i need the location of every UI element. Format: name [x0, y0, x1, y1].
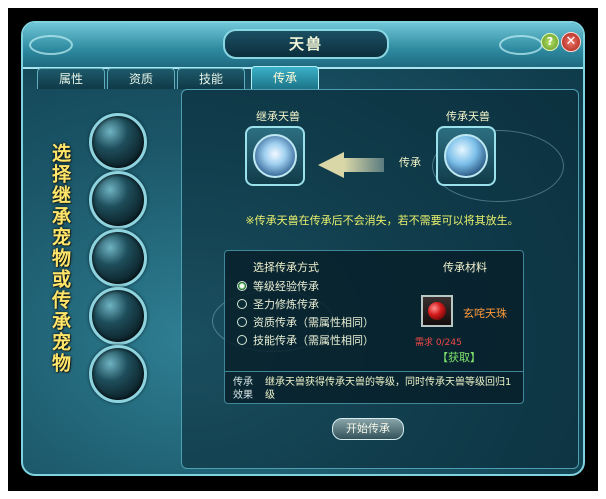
material-name: 玄咤天珠: [463, 307, 507, 320]
radio-selected-icon: [237, 281, 247, 291]
pet-slot-3[interactable]: [89, 229, 147, 287]
method-header: 选择传承方式: [253, 261, 319, 274]
radio-icon: [237, 317, 247, 327]
pet-slot-4[interactable]: [89, 287, 147, 345]
pass-label: 传承天兽: [446, 110, 490, 123]
radio-icon: [237, 299, 247, 309]
swirl-ornament-icon: [499, 35, 543, 55]
arrow-left-icon: [318, 152, 344, 178]
obtain-link[interactable]: 【获取】: [437, 349, 481, 365]
window-title: 天兽: [223, 29, 389, 59]
inheritance-note: ※传承天兽在传承后不会消失，若不需要可以将其放生。: [245, 214, 519, 227]
tab-inheritance[interactable]: 传承: [251, 66, 319, 89]
tab-attributes[interactable]: 属性: [37, 68, 105, 89]
help-button[interactable]: ?: [541, 33, 559, 51]
close-button[interactable]: ✕: [561, 32, 581, 52]
method-box: 选择传承方式 传承材料 等级经验传承 圣力修炼传承 资质传承（需属性相同） 技能…: [224, 250, 524, 404]
material-header: 传承材料: [443, 261, 487, 274]
tab-skills[interactable]: 技能: [177, 68, 245, 89]
title-bar: 天兽 ? ✕: [23, 23, 583, 69]
start-inheritance-button[interactable]: 开始传承: [332, 418, 404, 440]
selection-instruction: 选择继承宠物或传承宠物: [49, 143, 71, 374]
effect-text: 继承天兽获得传承天兽的等级，同时传承天兽等级回归1级: [265, 377, 512, 401]
material-requirement: 需求 0/245: [415, 338, 462, 348]
inherit-pet-slot[interactable]: [245, 126, 305, 186]
pet-slot-1[interactable]: [89, 113, 147, 171]
pet-slot-5[interactable]: [89, 345, 147, 403]
red-orb-icon: [428, 302, 446, 320]
method-label: 资质传承（需属性相同）: [253, 316, 374, 329]
radio-icon: [237, 335, 247, 345]
pass-pet-slot[interactable]: [436, 126, 496, 186]
tab-aptitude[interactable]: 资质: [107, 68, 175, 89]
swirl-ornament-icon: [29, 35, 73, 55]
material-slot[interactable]: [421, 295, 453, 327]
inherit-label: 继承天兽: [256, 110, 300, 123]
pet-slot-2[interactable]: [89, 171, 147, 229]
method-option-skill[interactable]: 技能传承（需属性相同）: [237, 333, 374, 349]
pass-pet-portrait: [444, 134, 488, 178]
arrow-label: 传承: [399, 156, 421, 169]
arrow-shaft: [344, 158, 384, 172]
method-option-holy[interactable]: 圣力修炼传承: [237, 297, 319, 313]
pet-selection-panel: 选择继承宠物或传承宠物: [33, 91, 163, 471]
method-label: 技能传承（需属性相同）: [253, 334, 374, 347]
method-option-aptitude[interactable]: 资质传承（需属性相同）: [237, 315, 374, 331]
method-label: 等级经验传承: [253, 280, 319, 293]
effect-description: 传承效果 继承天兽获得传承天兽的等级，同时传承天兽等级回归1级: [225, 371, 523, 403]
effect-label: 传承效果: [233, 377, 253, 401]
method-option-level[interactable]: 等级经验传承: [237, 279, 319, 295]
method-label: 圣力修炼传承: [253, 298, 319, 311]
inherit-pet-portrait: [253, 134, 297, 178]
